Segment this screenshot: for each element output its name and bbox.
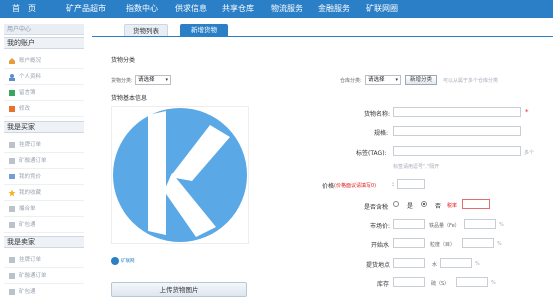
chevron-down-icon: ▾: [165, 77, 168, 83]
list-icon: [9, 158, 15, 164]
sidebar-item-my-bids[interactable]: 我的竞价: [4, 169, 84, 185]
stock-label: 库存: [377, 281, 390, 288]
delivery-input[interactable]: [393, 258, 425, 268]
logo-mark-icon: [111, 257, 119, 265]
warehouse-category-select[interactable]: 请选择 ▾: [365, 75, 401, 85]
sidebar-item-buyer-listing-orders[interactable]: 挂牌订单: [4, 137, 84, 153]
nav-index[interactable]: 指数中心: [126, 0, 158, 18]
iron-percent: %: [499, 222, 504, 228]
sidebar-item-buyer-finance-orders[interactable]: 矿融通订单: [4, 153, 84, 169]
sidebar-item-seller-finance-orders[interactable]: 矿融通订单: [4, 268, 84, 284]
sidebar-header: 用户中心: [4, 24, 84, 35]
nav-market[interactable]: 矿产品超市: [66, 0, 106, 18]
category-section-title: 货物分类: [111, 57, 136, 64]
home-icon: [9, 58, 15, 64]
opening-input[interactable]: [393, 238, 425, 248]
tax-no-label: 否: [435, 203, 442, 210]
price-input[interactable]: [397, 179, 425, 189]
sidebar-item-matching[interactable]: 撮合单: [4, 201, 84, 217]
add-category-button[interactable]: 新增分类: [405, 75, 437, 85]
tag-input[interactable]: [393, 146, 521, 156]
water-percent: %: [475, 261, 480, 267]
list-icon: [9, 222, 15, 228]
tax-rate-label: 税率: [447, 203, 458, 209]
sidebar-item-guestbook[interactable]: 留言簿: [4, 85, 84, 101]
tab-goods-list[interactable]: 货物列表: [124, 24, 168, 36]
tag-label: 标签(TAG):: [356, 150, 387, 157]
water-label: 水: [432, 262, 438, 268]
spec-label: 规格:: [374, 130, 389, 137]
nav-circle[interactable]: 矿联网圈: [366, 0, 398, 18]
nav-finance[interactable]: 金融服务: [318, 0, 350, 18]
sidebar-item-buyer-package[interactable]: 矿包通: [4, 217, 84, 233]
tax-yes-label: 是: [407, 203, 414, 210]
market-price-input[interactable]: [393, 219, 425, 229]
granularity-label: 粒度（目）: [430, 242, 456, 248]
sidebar-item-edit[interactable]: 修改: [4, 101, 84, 117]
price-note: (价格面议请填写0): [334, 183, 377, 189]
sidebar-section-seller: 我是卖家: [4, 236, 84, 248]
sulfur-input[interactable]: [456, 277, 488, 287]
goods-name-label: 货物名称:: [364, 111, 391, 118]
monitor-icon: [9, 174, 15, 179]
sulfur-percent: %: [491, 280, 496, 286]
stock-input[interactable]: [393, 277, 425, 287]
nav-logistics[interactable]: 物流服务: [271, 0, 303, 18]
required-asterisk-icon: *: [525, 108, 529, 116]
tab-add-goods[interactable]: 新增货物: [180, 24, 228, 36]
sidebar-item-seller-package[interactable]: 矿包通: [4, 284, 84, 297]
market-price-label: 市场价:: [370, 223, 391, 230]
granularity-input[interactable]: [462, 238, 494, 248]
goods-category-label: 货物分类:: [111, 78, 133, 84]
granularity-percent: %: [497, 241, 502, 247]
opening-label: 开始水: [371, 242, 390, 249]
price-label: 价格: [322, 183, 335, 190]
goods-name-input[interactable]: [393, 107, 521, 117]
iron-label: 铁品量（Fe）: [429, 223, 460, 229]
water-input[interactable]: [440, 258, 472, 268]
tax-label: 是否含税: [364, 204, 389, 211]
nav-home[interactable]: 首 页: [12, 0, 36, 18]
top-nav-bar: 首 页 矿产品超市 指数中心 供求信息 共享仓库 物流服务 金融服务 矿联网圈: [0, 0, 553, 18]
user-icon: [9, 74, 15, 81]
basic-info-section-title: 货物基本信息: [111, 95, 148, 102]
k-logo-image: [113, 108, 247, 242]
delivery-label: 提货地点: [366, 262, 391, 269]
upload-image-button[interactable]: 上传货物图片: [111, 282, 247, 297]
star-icon: [8, 189, 16, 197]
spec-input[interactable]: [393, 126, 521, 136]
tax-rate-input[interactable]: [462, 199, 490, 209]
list-icon: [9, 273, 15, 279]
tax-no-radio[interactable]: [421, 201, 427, 207]
sidebar-item-favorites[interactable]: 我的收藏: [4, 185, 84, 201]
sidebar-section-buyer: 我是买家: [4, 121, 84, 133]
list-icon: [9, 206, 15, 212]
goods-category-select[interactable]: 请选择 ▾: [135, 75, 171, 85]
sidebar-section-account: 我的账户: [4, 37, 84, 49]
warehouse-category-label: 仓库分类:: [340, 78, 362, 84]
list-icon: [9, 257, 15, 263]
sidebar: 用户中心 我的账户 账户概况 个人资料 留言簿 修改 我是买家 挂牌订单 矿融通…: [0, 22, 84, 297]
iron-input[interactable]: [464, 219, 496, 229]
chevron-down-icon: ▾: [395, 77, 398, 83]
tax-yes-radio[interactable]: [393, 201, 399, 207]
price-colon: :: [392, 181, 395, 188]
nav-warehouse[interactable]: 共享仓库: [222, 0, 254, 18]
logo-text: 矿联网: [121, 259, 135, 264]
sulfur-label: 硫（S）: [431, 281, 450, 287]
list-icon: [9, 289, 15, 295]
tag-example-hint: 标签请用逗号","隔开: [393, 164, 440, 170]
book-icon: [9, 90, 15, 96]
nav-supply[interactable]: 供求信息: [175, 0, 207, 18]
tag-hint: 多个: [524, 150, 535, 156]
edit-icon: [9, 106, 15, 112]
list-icon: [9, 142, 15, 148]
product-image: [111, 106, 249, 244]
tab-underline: [92, 36, 553, 37]
sidebar-item-account-overview[interactable]: 账户概况: [4, 53, 84, 69]
sidebar-item-profile[interactable]: 个人资料: [4, 69, 84, 85]
sidebar-item-seller-listing-orders[interactable]: 挂牌订单: [4, 252, 84, 268]
warehouse-hint: 可以从属于多个仓库分类: [443, 78, 499, 84]
